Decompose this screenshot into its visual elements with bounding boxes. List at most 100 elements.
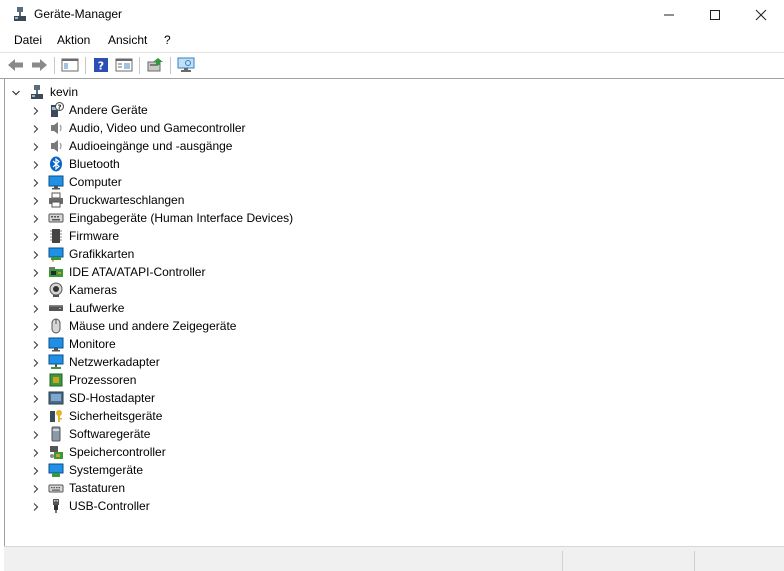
processor-icon [48, 372, 64, 388]
chevron-right-icon[interactable] [31, 249, 41, 259]
chevron-right-icon[interactable] [31, 447, 41, 457]
tree-category-softwaregeraete[interactable]: Softwaregeräte [5, 425, 765, 443]
forward-button[interactable] [29, 56, 49, 76]
tree-category-eingabegeraete-human-interface-devices[interactable]: Eingabegeräte (Human Interface Devices) [5, 209, 765, 227]
tree-category-label: Audioeingänge und -ausgänge [69, 139, 233, 153]
status-bar [4, 546, 784, 571]
update-driver-button[interactable] [145, 56, 165, 76]
chevron-right-icon[interactable] [31, 339, 41, 349]
display-adapter-icon [48, 246, 64, 262]
tree-category-label: Andere Geräte [69, 103, 148, 117]
chevron-right-icon[interactable] [31, 321, 41, 331]
tree-category-maeuse-und-andere-zeigegeraete[interactable]: Mäuse und andere Zeigegeräte [5, 317, 765, 335]
chevron-right-icon[interactable] [31, 501, 41, 511]
minimize-button[interactable] [646, 0, 692, 30]
tree-category-label: Eingabegeräte (Human Interface Devices) [69, 211, 294, 225]
tree-category-label: Sicherheitsgeräte [69, 409, 163, 423]
tree-category-ide-ata-atapi-controller[interactable]: IDE ATA/ATAPI-Controller [5, 263, 765, 281]
tree-category-systemgeraete[interactable]: Systemgeräte [5, 461, 765, 479]
chevron-right-icon[interactable] [31, 105, 41, 115]
maximize-button[interactable] [692, 0, 738, 30]
tree-category-andere-geraete[interactable]: ? Andere Geräte [5, 101, 765, 119]
chevron-right-icon[interactable] [31, 285, 41, 295]
chevron-right-icon[interactable] [31, 303, 41, 313]
tree-category-prozessoren[interactable]: Prozessoren [5, 371, 765, 389]
sd-host-icon [48, 390, 64, 406]
toolbar: ? [0, 53, 784, 79]
chevron-right-icon[interactable] [31, 357, 41, 367]
tree-category-druckwarteschlangen[interactable]: Druckwarteschlangen [5, 191, 765, 209]
chevron-right-icon[interactable] [31, 411, 41, 421]
menu-ansicht[interactable]: Ansicht [108, 33, 147, 47]
keyboard-icon [48, 480, 64, 496]
chevron-right-icon[interactable] [31, 375, 41, 385]
minimize-icon [663, 9, 675, 21]
tree-category-audio-video-und-gamecontroller[interactable]: Audio, Video und Gamecontroller [5, 119, 765, 137]
chevron-right-icon[interactable] [31, 393, 41, 403]
close-icon [755, 9, 767, 21]
tree-category-label: Monitore [69, 337, 116, 351]
tree-category-monitore[interactable]: Monitore [5, 335, 765, 353]
tree-category-label: Kameras [69, 283, 118, 297]
usb-icon [48, 498, 64, 514]
tree-category-laufwerke[interactable]: Laufwerke [5, 299, 765, 317]
forward-arrow-icon [30, 58, 48, 75]
chevron-right-icon[interactable] [31, 231, 41, 241]
console-tree-button[interactable] [60, 56, 80, 76]
computer-network-icon [29, 84, 45, 100]
chevron-right-icon[interactable] [31, 429, 41, 439]
mouse-icon [48, 318, 64, 334]
chevron-right-icon[interactable] [31, 123, 41, 133]
tree-category-label: Bluetooth [69, 157, 120, 171]
tree-category-label: Netzwerkadapter [69, 355, 160, 369]
chevron-right-icon[interactable] [31, 141, 41, 151]
chevron-right-icon[interactable] [31, 267, 41, 277]
tree-category-usb-controller[interactable]: USB-Controller [5, 497, 765, 515]
scan-hardware-button[interactable] [176, 56, 196, 76]
tree-category-firmware[interactable]: Firmware [5, 227, 765, 245]
scan-hardware-icon [177, 57, 195, 76]
chevron-down-icon[interactable] [11, 87, 21, 97]
tree-category-kameras[interactable]: Kameras [5, 281, 765, 299]
close-button[interactable] [738, 0, 784, 30]
tree-category-speichercontroller[interactable]: Speichercontroller [5, 443, 765, 461]
unknown-device-icon: ? [48, 102, 64, 118]
properties-icon [115, 57, 133, 76]
chevron-right-icon[interactable] [31, 465, 41, 475]
show-hide-console-tree-icon [61, 57, 79, 76]
tree-category-sicherheitsgeraete[interactable]: Sicherheitsgeräte [5, 407, 765, 425]
menu-datei[interactable]: Datei [14, 33, 42, 47]
tree-category-label: Softwaregeräte [69, 427, 151, 441]
tree-category-audioeingaenge-und-ausgaenge[interactable]: Audioeingänge und -ausgänge [5, 137, 765, 155]
help-button[interactable]: ? [91, 56, 111, 76]
chevron-right-icon[interactable] [31, 177, 41, 187]
menu-help[interactable]: ? [164, 33, 171, 47]
security-key-icon [48, 408, 64, 424]
menu-aktion[interactable]: Aktion [57, 33, 90, 47]
tree-category-label: Tastaturen [69, 481, 126, 495]
tree-category-bluetooth[interactable]: Bluetooth [5, 155, 765, 173]
device-manager-icon [12, 6, 28, 22]
device-tree[interactable]: kevin ? Andere Geräte Audio, Video und Gam… [4, 79, 783, 546]
status-bar-divider [562, 551, 563, 571]
back-button[interactable] [6, 56, 26, 76]
tree-category-grafikkarten[interactable]: Grafikkarten [5, 245, 765, 263]
tree-category-label: Speichercontroller [69, 445, 166, 459]
tree-category-netzwerkadapter[interactable]: Netzwerkadapter [5, 353, 765, 371]
maximize-icon [709, 9, 721, 21]
toolbar-separator [85, 57, 86, 74]
properties-button[interactable] [114, 56, 134, 76]
chevron-right-icon[interactable] [31, 159, 41, 169]
toolbar-separator [54, 57, 55, 74]
tree-root-kevin[interactable]: kevin [5, 83, 765, 101]
chevron-right-icon[interactable] [31, 195, 41, 205]
toolbar-separator [139, 57, 140, 74]
tree-category-sd-hostadapter[interactable]: SD-Hostadapter [5, 389, 765, 407]
printer-icon [48, 192, 64, 208]
svg-text:?: ? [98, 59, 104, 72]
tree-category-tastaturen[interactable]: Tastaturen [5, 479, 765, 497]
tree-category-computer[interactable]: Computer [5, 173, 765, 191]
chevron-right-icon[interactable] [31, 213, 41, 223]
tree-root-label: kevin [50, 85, 79, 99]
chevron-right-icon[interactable] [31, 483, 41, 493]
